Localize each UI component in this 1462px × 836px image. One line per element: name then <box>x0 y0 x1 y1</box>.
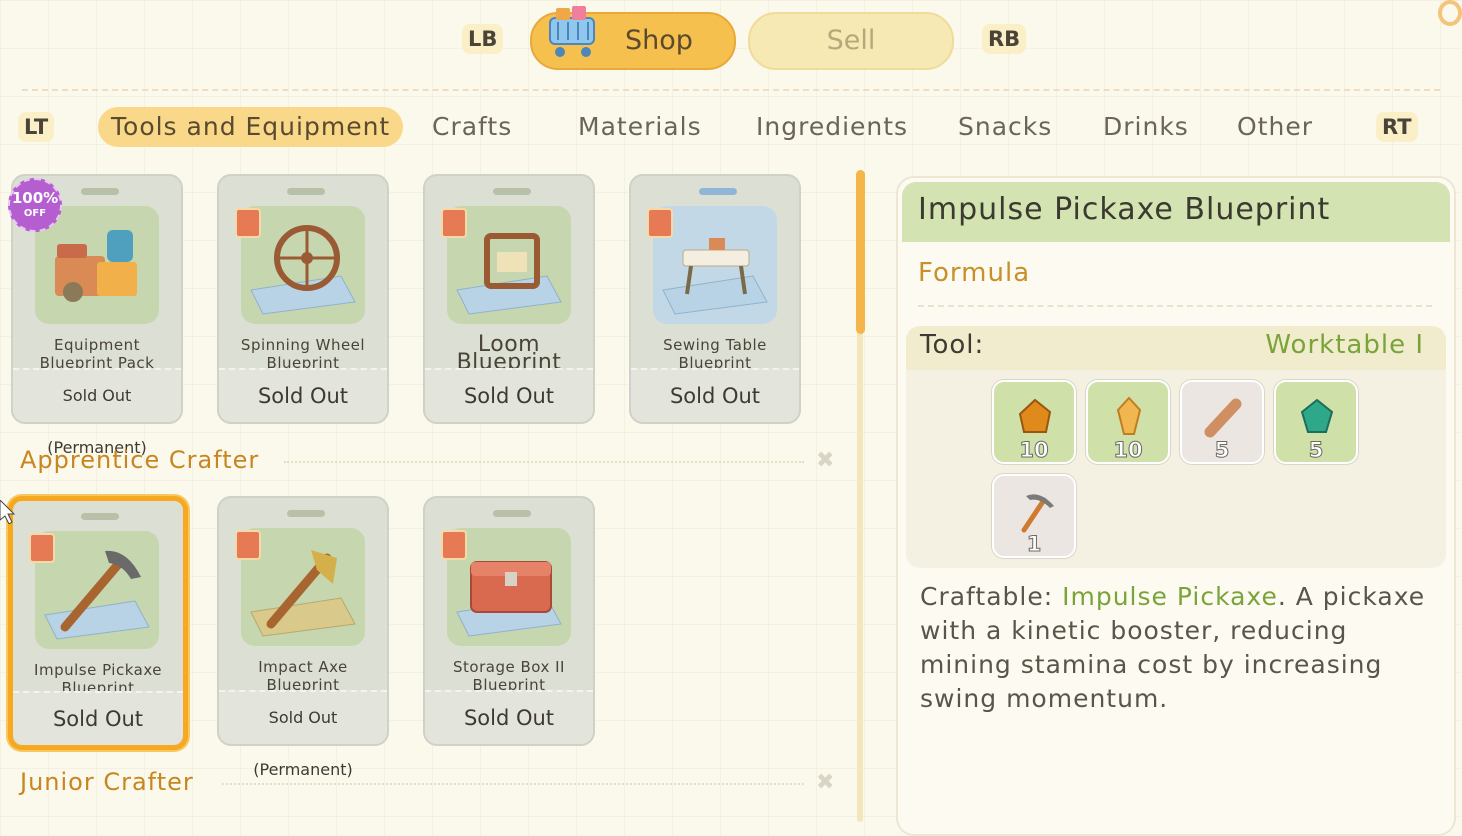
section-divider <box>284 461 804 463</box>
shop-item-card-selected[interactable]: Impulse Pickaxe Blueprint Sold Out <box>8 496 188 750</box>
item-description: Craftable: Impulse Pickaxe. A pickaxe wi… <box>920 580 1440 716</box>
material-slot[interactable]: 1 <box>992 474 1076 558</box>
card-tab <box>493 510 531 517</box>
owned-check-icon <box>441 208 467 238</box>
card-tab <box>699 188 737 195</box>
discount-badge: 100% OFF <box>8 178 62 232</box>
shop-item-card[interactable]: Spinning Wheel Blueprint Sold Out <box>217 174 389 424</box>
tab-snacks[interactable]: Snacks <box>958 107 1052 147</box>
tab-crafts[interactable]: Crafts <box>432 107 512 147</box>
collapse-x-icon[interactable]: ✖ <box>816 450 834 472</box>
material-qty: 5 <box>1214 438 1230 463</box>
card-status: Sold Out (Permanent) <box>13 368 181 457</box>
material-qty: 1 <box>1026 532 1042 557</box>
tool-row: Tool: Worktable I <box>906 326 1446 370</box>
pointer-cursor-icon <box>0 500 16 524</box>
pickaxe-icon <box>1021 494 1054 533</box>
card-status: Sold Out <box>425 690 593 744</box>
shopping-cart-icon <box>549 6 595 57</box>
detail-header: Impulse Pickaxe Blueprint <box>902 182 1450 242</box>
material-slot[interactable]: 5 <box>1180 380 1264 464</box>
owned-check-icon <box>29 533 55 563</box>
lt-button-hint[interactable]: LT <box>18 112 55 142</box>
material-qty: 10 <box>1019 438 1049 463</box>
shop-item-card[interactable]: Loom Blueprint Sold Out <box>423 174 595 424</box>
detail-divider <box>918 305 1432 307</box>
card-tab <box>287 188 325 195</box>
material-qty: 10 <box>1113 438 1143 463</box>
collapse-x-icon[interactable]: ✖ <box>816 772 834 794</box>
section-title: Apprentice Crafter <box>20 446 260 474</box>
material-slot[interactable]: 10 <box>992 380 1076 464</box>
owned-check-icon <box>235 530 261 560</box>
material-slot[interactable]: 5 <box>1274 380 1358 464</box>
copper-ore-icon <box>1018 398 1052 433</box>
desc-prefix: Craftable: <box>920 582 1063 611</box>
tab-drinks[interactable]: Drinks <box>1103 107 1189 147</box>
magnifier-icon[interactable] <box>1438 0 1462 26</box>
card-tab <box>493 188 531 195</box>
green-gem-icon <box>1300 398 1334 433</box>
scrollbar-thumb[interactable] <box>856 170 865 334</box>
shop-tab-label: Shop <box>625 25 693 56</box>
sell-tab-label: Sell <box>826 25 876 56</box>
card-status: Sold Out (Permanent) <box>219 690 387 779</box>
rb-button-hint[interactable]: RB <box>982 24 1027 54</box>
card-tab <box>287 510 325 517</box>
material-qty: 5 <box>1308 438 1324 463</box>
owned-check-icon <box>235 208 261 238</box>
badge-off: OFF <box>23 208 47 219</box>
detail-subtitle: Formula <box>918 258 1031 288</box>
badge-percent: 100% <box>11 189 59 207</box>
owned-check-icon <box>441 530 467 560</box>
material-slot[interactable]: 10 <box>1086 380 1170 464</box>
amber-gem-icon <box>1116 396 1142 435</box>
shop-item-card[interactable]: Impact Axe Blueprint Sold Out (Permanent… <box>217 496 389 779</box>
section-divider <box>222 783 804 785</box>
card-status: Sold Out <box>219 368 387 422</box>
shop-item-card[interactable]: Sewing Table Blueprint Sold Out <box>629 174 801 424</box>
tab-tools-and-equipment[interactable]: Tools and Equipment <box>98 107 404 147</box>
requirements-box: Tool: Worktable I 10 10 5 5 1 <box>906 326 1446 568</box>
tool-label: Tool: <box>920 330 985 360</box>
detail-panel: Impulse Pickaxe Blueprint Formula Tool: … <box>896 176 1456 836</box>
rt-button-hint[interactable]: RT <box>1376 112 1418 142</box>
lb-button-hint[interactable]: LB <box>462 24 504 54</box>
tab-other[interactable]: Other <box>1237 107 1313 147</box>
sell-tab[interactable]: Sell <box>748 12 954 70</box>
tab-ingredients[interactable]: Ingredients <box>756 107 908 147</box>
divider <box>22 89 1440 91</box>
card-status: Sold Out <box>13 691 183 745</box>
desc-highlight: Impulse Pickaxe <box>1062 582 1278 611</box>
tab-materials[interactable]: Materials <box>578 107 702 147</box>
card-tab <box>81 188 119 195</box>
wood-log-icon <box>1204 398 1242 438</box>
section-title: Junior Crafter <box>20 768 194 796</box>
card-status: Sold Out <box>631 368 799 422</box>
card-status: Sold Out <box>425 368 593 422</box>
owned-check-icon <box>647 208 673 238</box>
detail-title: Impulse Pickaxe Blueprint <box>918 192 1331 227</box>
tool-value: Worktable I <box>1265 330 1424 360</box>
shop-item-card[interactable]: Storage Box II Blueprint Sold Out <box>423 496 595 746</box>
card-tab <box>81 513 119 520</box>
